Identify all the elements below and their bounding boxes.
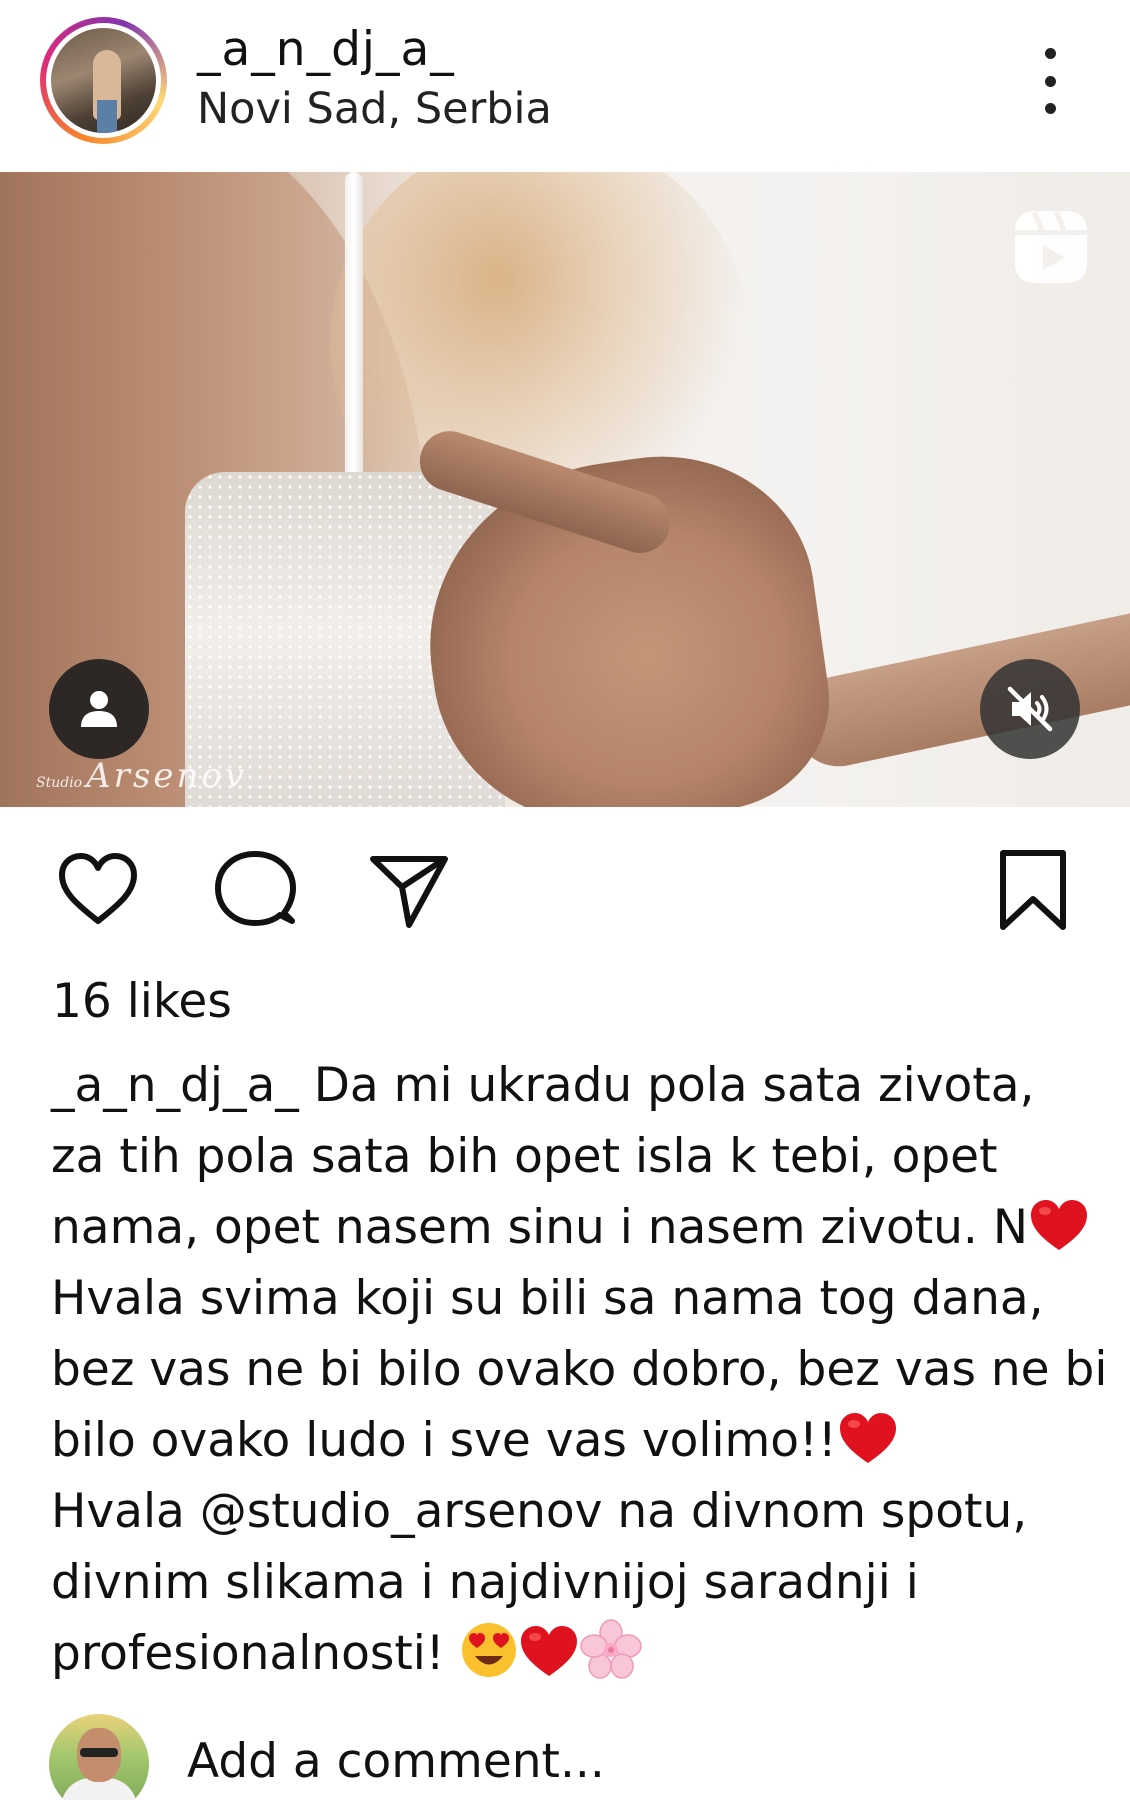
- user-tag-icon: [81, 691, 117, 727]
- current-user-avatar: [49, 1714, 149, 1800]
- red-heart-emoji: [839, 1413, 896, 1463]
- video-watermark: Studio Arsenov: [36, 756, 248, 796]
- bookmark-icon[interactable]: [990, 847, 1076, 933]
- tagged-users-button[interactable]: [49, 659, 149, 759]
- mute-icon: [1007, 686, 1053, 732]
- post-caption: _a_n_dj_a_ Da mi ukradu pola sata zivota…: [51, 1058, 1108, 1681]
- avatar-photo: [51, 28, 156, 133]
- cherry-blossom-emoji: [579, 1619, 642, 1679]
- add-comment-input[interactable]: Add a comment...: [187, 1734, 605, 1789]
- heart-icon[interactable]: [55, 847, 141, 933]
- mute-button[interactable]: [980, 659, 1080, 759]
- reels-icon: [1015, 210, 1087, 283]
- red-heart-emoji: [520, 1626, 577, 1676]
- post-location[interactable]: Novi Sad, Serbia: [197, 84, 552, 134]
- caption-username[interactable]: _a_n_dj_a_: [51, 1058, 299, 1113]
- comment-icon[interactable]: [212, 847, 298, 933]
- post-action-bar: [0, 807, 1130, 957]
- red-heart-emoji: [1030, 1200, 1087, 1250]
- more-options-icon[interactable]: [1030, 48, 1070, 114]
- author-username[interactable]: _a_n_dj_a_: [197, 22, 455, 77]
- post-header: _a_n_dj_a_ Novi Sad, Serbia: [0, 0, 1130, 172]
- heart-eyes-emoji: [461, 1623, 516, 1677]
- author-avatar[interactable]: [40, 17, 167, 144]
- share-icon[interactable]: [365, 847, 451, 933]
- post-video[interactable]: [0, 172, 1130, 807]
- likes-count[interactable]: 16 likes: [52, 974, 232, 1029]
